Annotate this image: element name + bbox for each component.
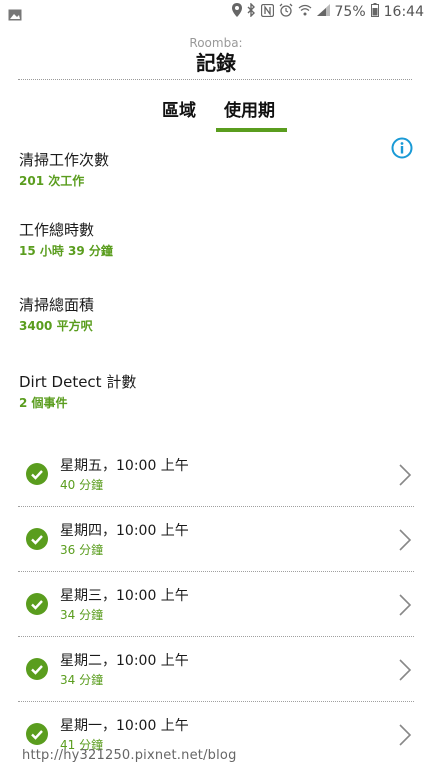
history-item-duration: 34 分鐘 [60,673,104,687]
signal-icon [316,4,330,20]
stat-cleaning-jobs: 清掃工作次數 201 次工作 [19,150,109,190]
alarm-icon [279,3,293,21]
chevron-right-icon [398,723,412,751]
page-header: Roomba: 記錄 [0,36,432,76]
history-item-duration: 36 分鐘 [60,543,104,557]
history-item-title: 星期一，10:00 上午 [60,718,189,734]
history-item-duration: 40 分鐘 [60,478,104,492]
check-icon [26,593,48,615]
nfc-icon [260,3,274,21]
history-item-title: 星期五，10:00 上午 [60,458,189,474]
chevron-right-icon [398,658,412,686]
history-item[interactable]: 星期五，10:00 上午 40 分鐘 [18,443,414,507]
list-divider [18,701,414,702]
chevron-right-icon [398,463,412,491]
watermark-url: http://hy321250.pixnet.net/blog [22,748,237,763]
stat-label: Dirt Detect 計數 [19,373,137,391]
history-item-title: 星期二，10:00 上午 [60,653,189,669]
status-bar: 75% 16:44 [0,0,432,28]
stat-dirt-detect: Dirt Detect 計數 2 個事件 [19,372,136,412]
check-icon [26,723,48,745]
stat-value: 2 個事件 [19,396,68,410]
header-divider [18,79,412,80]
location-icon [231,3,242,21]
check-icon [26,658,48,680]
chevron-right-icon [398,593,412,621]
list-divider [18,571,414,572]
check-icon [26,463,48,485]
device-name: Roomba: [189,36,243,50]
list-divider [18,506,414,507]
list-divider [18,636,414,637]
gallery-notification-icon [8,6,22,25]
stat-value: 3400 平方呎 [19,319,93,333]
page-title: 記錄 [196,51,236,75]
history-item[interactable]: 星期二，10:00 上午 34 分鐘 [18,638,414,702]
bluetooth-icon [247,2,256,21]
stat-value: 201 次工作 [19,174,85,188]
tab-usage[interactable]: 使用期 [224,96,275,121]
tab-area[interactable]: 區域 [162,96,196,121]
history-item-title: 星期三，10:00 上午 [60,588,189,604]
history-item-duration: 34 分鐘 [60,608,104,622]
stat-label: 工作總時數 [19,221,95,239]
active-tab-indicator [216,128,287,132]
stat-label: 清掃工作次數 [19,151,110,169]
battery-icon [370,3,379,21]
clock-time: 16:44 [383,4,424,20]
battery-percent: 75% [334,4,366,20]
wifi-icon [298,4,312,20]
history-item[interactable]: 星期三，10:00 上午 34 分鐘 [18,573,414,637]
tab-bar: 區域 使用期 [0,96,432,134]
info-icon[interactable] [391,137,413,159]
chevron-right-icon [398,528,412,556]
history-item-title: 星期四，10:00 上午 [60,523,189,539]
stat-label: 清掃總面積 [19,296,95,314]
history-item[interactable]: 星期四，10:00 上午 36 分鐘 [18,508,414,572]
stat-total-area: 清掃總面積 3400 平方呎 [19,295,94,335]
check-icon [26,528,48,550]
stat-total-hours: 工作總時數 15 小時 39 分鐘 [19,220,113,260]
stat-value: 15 小時 39 分鐘 [19,244,113,258]
